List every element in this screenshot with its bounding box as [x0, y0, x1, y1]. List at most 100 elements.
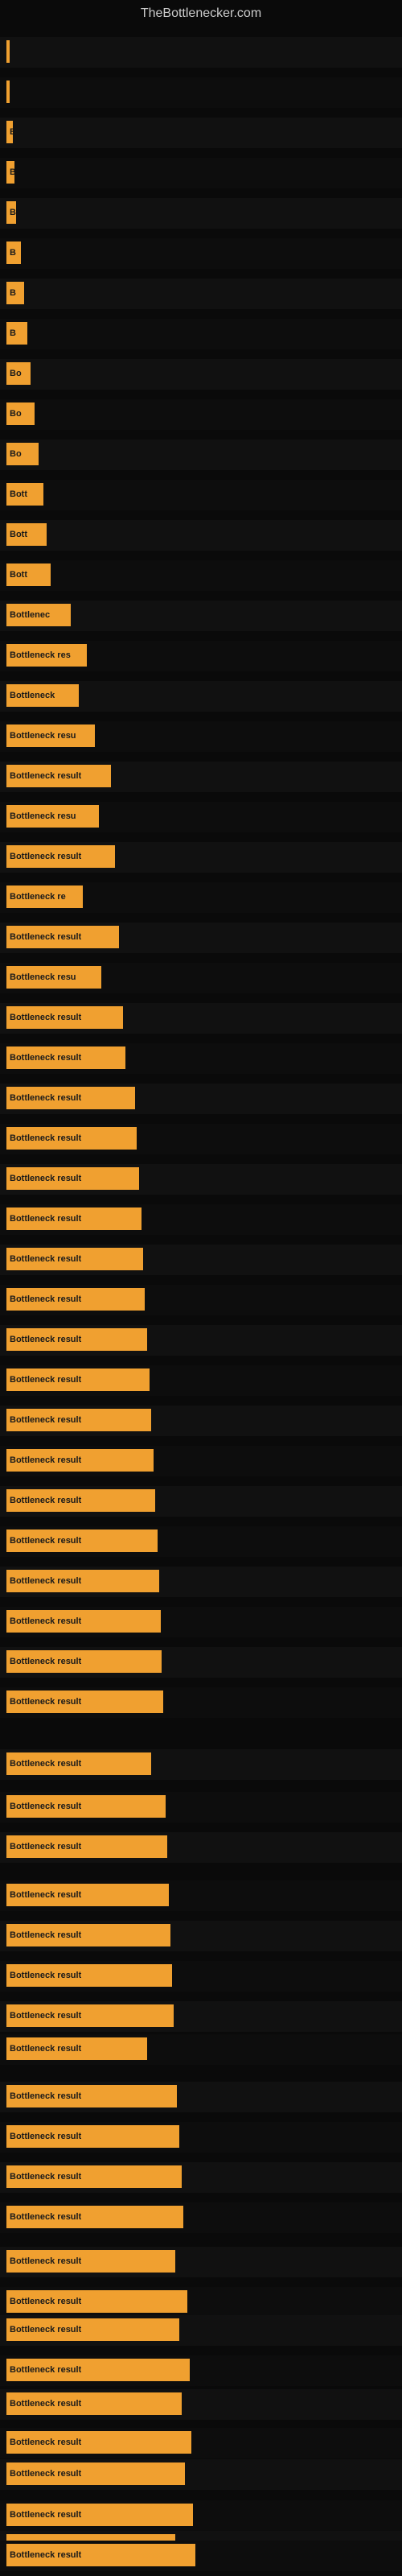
bar-label: Bottleneck result: [10, 932, 81, 942]
bar-item: B: [6, 161, 14, 184]
site-title: TheBottlenecker.com: [0, 0, 402, 24]
bar-item: Bottleneck result: [6, 1884, 169, 1906]
bar-label: Bottleneck result: [10, 1536, 81, 1546]
bar-label: Bottleneck result: [10, 771, 81, 781]
bar-label: Bottleneck result: [10, 1053, 81, 1063]
row-bg: [0, 560, 402, 591]
bar-label: Bottleneck result: [10, 1930, 81, 1940]
bar-item: Bottleneck result: [6, 926, 119, 948]
bar-label: Bottleneck result: [10, 2550, 81, 2560]
bar-label: Bottleneck result: [10, 1890, 81, 1900]
bar-item: B: [6, 282, 24, 304]
bar-item: Bottleneck result: [6, 765, 111, 787]
row-bg: [0, 158, 402, 188]
bar-item: Bo: [6, 443, 39, 465]
bar-item: B: [6, 242, 21, 264]
bar-item: Bottleneck resu: [6, 966, 101, 989]
bar-label: B: [10, 167, 14, 177]
bar-item: Bottleneck resu: [6, 805, 99, 828]
bar-item: Bottleneck result: [6, 2037, 147, 2060]
bar-label: Bottleneck resu: [10, 811, 76, 821]
row-bg: [0, 37, 402, 68]
bar-item: Bott: [6, 564, 51, 586]
bar-label: Bottleneck result: [10, 1657, 81, 1666]
bar-item: Bottleneck result: [6, 2004, 174, 2027]
bar-item: B: [6, 201, 16, 224]
bar-label: B: [10, 208, 16, 217]
bar-label: Bottleneck result: [10, 2365, 81, 2375]
bar-item: Bottleneck result: [6, 1167, 139, 1190]
bar-item: Bottleneck result: [6, 2250, 175, 2273]
bar-item: Bottleneck result: [6, 1328, 147, 1351]
bar-item: Bottleneck result: [6, 2544, 195, 2566]
bar-label: Bottleneck result: [10, 1616, 81, 1626]
bar-label: Bottleneck result: [10, 1802, 81, 1811]
bar-item: Bottleneck result: [6, 1795, 166, 1818]
bar-item: B: [6, 121, 13, 143]
bar-label: Bottleneck result: [10, 1214, 81, 1224]
bar-item: B: [6, 322, 27, 345]
bar-label: Bottleneck result: [10, 1294, 81, 1304]
row-bg: [0, 198, 402, 229]
bar-item: Bottleneck result: [6, 2206, 183, 2228]
bar-item: Bottleneck resu: [6, 724, 95, 747]
bar-label: Bottleneck result: [10, 1415, 81, 1425]
bar-label: Bottleneck result: [10, 2469, 81, 2479]
row-bg: [0, 359, 402, 390]
bar-label: Bottleneck result: [10, 852, 81, 861]
bar-item: Bo: [6, 402, 35, 425]
bar-label: Bottleneck result: [10, 2399, 81, 2409]
bar-label: B: [10, 328, 16, 338]
bar-label: Bottleneck result: [10, 2510, 81, 2520]
bar-item: Bottleneck result: [6, 1248, 143, 1270]
bar-label: Bottleneck result: [10, 1455, 81, 1465]
row-bg: [0, 238, 402, 269]
bar-label: Bottleneck result: [10, 2172, 81, 2182]
bar-item: [6, 40, 10, 63]
chart-area: TheBottlenecker.com B B B B B B Bo Bo Bo Bott Bott…: [0, 0, 402, 2576]
bar-item: Bottleneck result: [6, 1127, 137, 1150]
row-bg: [0, 279, 402, 309]
bar-label: Bottleneck result: [10, 2091, 81, 2101]
bar-item: Bottleneck result: [6, 1449, 154, 1472]
bar-label: Bottleneck: [10, 691, 55, 700]
bar-item: Bottleneck res: [6, 644, 87, 667]
bar-item: Bottleneck result: [6, 1087, 135, 1109]
row-bg: [0, 319, 402, 349]
row-bg: [0, 520, 402, 551]
bar-item: Bottleneck result: [6, 2462, 185, 2485]
bar-item: Bottleneck result: [6, 1046, 125, 1069]
bar-item: Bottleneck result: [6, 2085, 177, 2107]
bar-label: Bottleneck resu: [10, 731, 76, 741]
bar-label: Bott: [10, 530, 27, 539]
bar-label: Bo: [10, 409, 22, 419]
bar-item: Bottleneck result: [6, 1570, 159, 1592]
row-bg: [0, 440, 402, 470]
bar-label: Bottleneck result: [10, 1254, 81, 1264]
bar-label: Bottleneck result: [10, 2325, 81, 2334]
bar-label: Bottleneck result: [10, 1093, 81, 1103]
row-bg: [0, 118, 402, 148]
bar-item: Bottleneck result: [6, 2125, 179, 2148]
bar-item: Bottleneck result: [6, 1368, 150, 1391]
bar-item: Bottleneck result: [6, 2165, 182, 2188]
bar-label: Bottlenec: [10, 610, 50, 620]
bar-item: Bottleneck result: [6, 845, 115, 868]
bar-item: Bottleneck result: [6, 2359, 190, 2381]
bar-label: Bottleneck result: [10, 2438, 81, 2447]
bar-label: Bottleneck result: [10, 1576, 81, 1586]
bar-label: B: [10, 288, 16, 298]
bar-label: Bottleneck result: [10, 1842, 81, 1852]
bar-item: Bottleneck result: [6, 1489, 155, 1512]
bar-label: Bo: [10, 369, 22, 378]
bar-item: Bo: [6, 362, 31, 385]
bar-label: Bottleneck resu: [10, 972, 76, 982]
bar-label: Bott: [10, 570, 27, 580]
bar-label: Bottleneck result: [10, 2132, 81, 2141]
bar-label: Bottleneck result: [10, 1133, 81, 1143]
bar-item: Bottleneck result: [6, 1208, 142, 1230]
bar-label: Bott: [10, 489, 27, 499]
bar-label: Bottleneck result: [10, 2044, 81, 2054]
bar-label: Bottleneck result: [10, 1174, 81, 1183]
bar-label: Bottleneck result: [10, 2297, 81, 2306]
